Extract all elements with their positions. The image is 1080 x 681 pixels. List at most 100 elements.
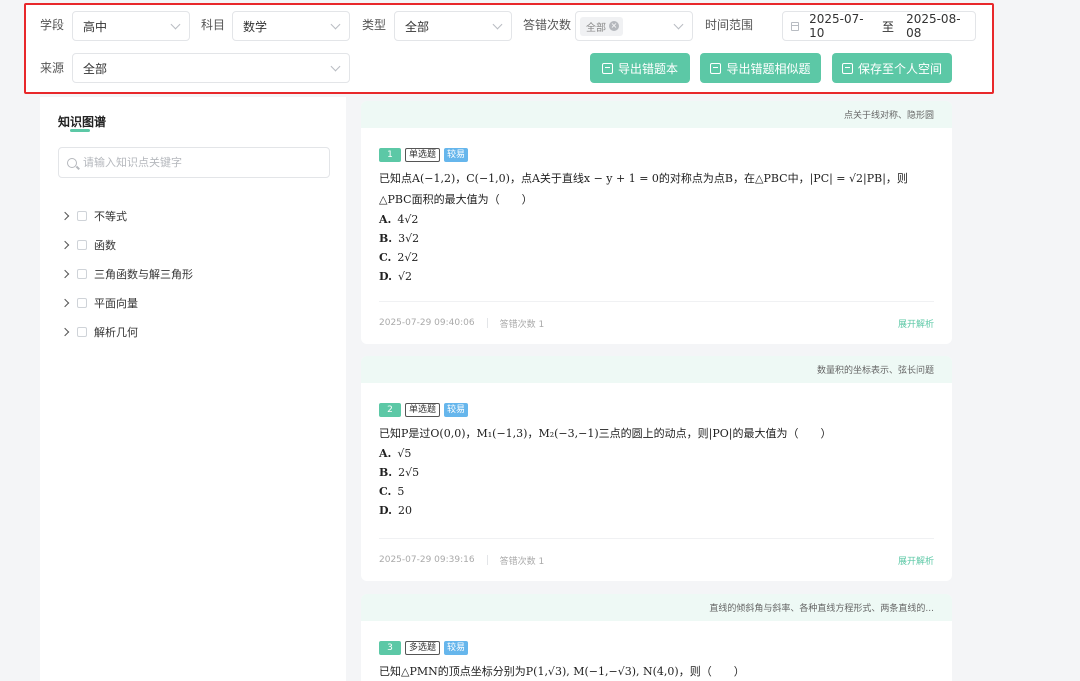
tree-item[interactable]: 不等式: [60, 201, 193, 230]
chevron-down-icon: [330, 61, 341, 71]
question-type-badge: 多选题: [405, 640, 441, 655]
option-text: 5: [397, 485, 405, 498]
option-text: 3√2: [398, 232, 420, 245]
option-text: √5: [397, 447, 412, 460]
chevron-down-icon: [170, 19, 181, 29]
knowledge-search: [58, 147, 330, 178]
tree-item[interactable]: 三角函数与解三角形: [60, 259, 193, 288]
option-text: 2√2: [397, 251, 419, 264]
knowledge-search-input[interactable]: [83, 156, 303, 169]
chevron-right-icon[interactable]: [60, 211, 70, 220]
question-type-badge: 单选题: [405, 147, 441, 162]
tree-checkbox[interactable]: [77, 297, 87, 308]
question-number: 1: [379, 147, 401, 162]
card-footer: 2025-07-29 09:39:16 答错次数 1 展开解析: [379, 538, 934, 581]
stage-label: 学段: [40, 18, 65, 32]
expand-analysis-link[interactable]: 展开解析: [898, 317, 934, 330]
chevron-right-icon[interactable]: [60, 240, 70, 249]
option-b: B. 3√2: [379, 229, 934, 248]
chevron-right-icon[interactable]: [60, 298, 70, 307]
question-stem: 已知P是过O(0,0)，M₁(−1,3)，M₂(−3,−1)三点的圆上的动点，则…: [379, 427, 832, 440]
save-space-button[interactable]: 保存至个人空间: [832, 53, 952, 83]
question-stem: 已知△PMN的顶点坐标分别为P(1,√3), M(−1,−√3), N(4,0)…: [379, 665, 745, 678]
option-letter: C.: [379, 485, 392, 498]
tags-text: 数量积的坐标表示、弦长问题: [816, 366, 934, 376]
option-letter: A.: [379, 213, 392, 226]
option-c: C. 2√2: [379, 248, 934, 267]
wrong-count-select[interactable]: 全部 ×: [575, 11, 693, 41]
end-date[interactable]: 2025-08-08: [906, 12, 967, 40]
tree-checkbox[interactable]: [77, 239, 87, 250]
knowledge-tree: 不等式 函数 三角函数与解三角形 平面向量 解析几何: [60, 201, 193, 346]
question-card: 数量积的坐标表示、弦长问题 2 单选题 较易 已知P是过O(0,0)，M₁(−1…: [361, 356, 952, 581]
knowledge-tags: 数量积的坐标表示、弦长问题: [361, 356, 952, 383]
tree-item-label: 函数: [94, 238, 116, 252]
export-wrong-button[interactable]: 导出错题本: [590, 53, 690, 83]
option-letter: D.: [379, 504, 392, 517]
option-text: 2√5: [398, 466, 420, 479]
tree-item-label: 不等式: [94, 209, 127, 223]
wrong-count: 答错次数 1: [499, 556, 545, 567]
source-label: 来源: [40, 61, 65, 75]
chip-label: 全部: [586, 22, 606, 34]
tree-checkbox[interactable]: [77, 210, 87, 221]
type-select[interactable]: 全部: [394, 11, 512, 41]
stage-select[interactable]: 高中: [72, 11, 190, 41]
question-number: 2: [379, 402, 401, 417]
difficulty-badge: 较易: [444, 640, 469, 655]
tree-item-label: 三角函数与解三角形: [94, 267, 193, 281]
divider: [486, 555, 488, 565]
start-date[interactable]: 2025-07-10: [809, 12, 870, 40]
date-separator: 至: [882, 19, 895, 34]
type-value: 全部: [405, 19, 430, 34]
subject-label: 科目: [201, 18, 226, 32]
difficulty-badge: 较易: [444, 402, 469, 417]
type-label: 类型: [362, 18, 387, 32]
title-underline: [70, 129, 90, 132]
difficulty-badge: 较易: [444, 147, 469, 162]
calendar-icon: [791, 21, 800, 31]
tags-text: 直线的倾斜角与斜率、各种直线方程形式、两条直线的...: [709, 604, 934, 614]
option-a: A. √5: [379, 444, 934, 463]
subject-value: 数学: [243, 19, 268, 34]
source-select[interactable]: 全部: [72, 53, 350, 83]
export-similar-button[interactable]: 导出错题相似题: [700, 53, 821, 83]
tree-item-label: 平面向量: [94, 296, 138, 310]
option-c: C. 5: [379, 482, 934, 501]
knowledge-tags: 直线的倾斜角与斜率、各种直线方程形式、两条直线的...: [361, 594, 952, 621]
tree-item[interactable]: 平面向量: [60, 288, 193, 317]
knowledge-tags: 点关于线对称、隐形圆: [361, 101, 952, 128]
chevron-right-icon[interactable]: [60, 269, 70, 278]
expand-analysis-link[interactable]: 展开解析: [898, 554, 934, 567]
option-text: 20: [397, 504, 412, 517]
question-stem: 已知点A(−1,2)，C(−1,0)，点A关于直线x − y + 1 = 0的对…: [379, 172, 908, 206]
time-range-label: 时间范围: [705, 18, 754, 32]
wrong-count-chip[interactable]: 全部 ×: [580, 16, 623, 36]
option-b: B. 2√5: [379, 463, 934, 482]
chevron-down-icon: [330, 19, 341, 29]
question-card: 点关于线对称、隐形圆 1 单选题 较易 已知点A(−1,2)，C(−1,0)，点…: [361, 101, 952, 344]
option-text: √2: [397, 270, 412, 283]
option-d: D. √2: [379, 267, 934, 286]
tree-item-label: 解析几何: [94, 325, 138, 339]
tree-item[interactable]: 函数: [60, 230, 193, 259]
question-card: 直线的倾斜角与斜率、各种直线方程形式、两条直线的... 3 多选题 较易 已知△…: [361, 594, 952, 681]
tree-item[interactable]: 解析几何: [60, 317, 193, 346]
chevron-right-icon[interactable]: [60, 327, 70, 336]
close-icon[interactable]: ×: [609, 21, 619, 31]
divider: [486, 318, 488, 328]
answer-time: 2025-07-29 09:40:06: [379, 318, 475, 328]
option-letter: C.: [379, 251, 392, 264]
date-range-picker[interactable]: 2025-07-10 至 2025-08-08: [782, 11, 976, 41]
tree-checkbox[interactable]: [77, 326, 87, 337]
option-letter: B.: [379, 232, 393, 245]
option-letter: B.: [379, 466, 393, 479]
export-icon: [601, 62, 613, 74]
answer-time: 2025-07-29 09:39:16: [379, 555, 475, 565]
wrong-count: 答错次数 1: [499, 319, 545, 330]
subject-select[interactable]: 数学: [232, 11, 350, 41]
question-type-badge: 单选题: [405, 402, 441, 417]
tree-checkbox[interactable]: [77, 268, 87, 279]
question-number: 3: [379, 640, 401, 655]
card-footer: 2025-07-29 09:40:06 答错次数 1 展开解析: [379, 301, 934, 344]
